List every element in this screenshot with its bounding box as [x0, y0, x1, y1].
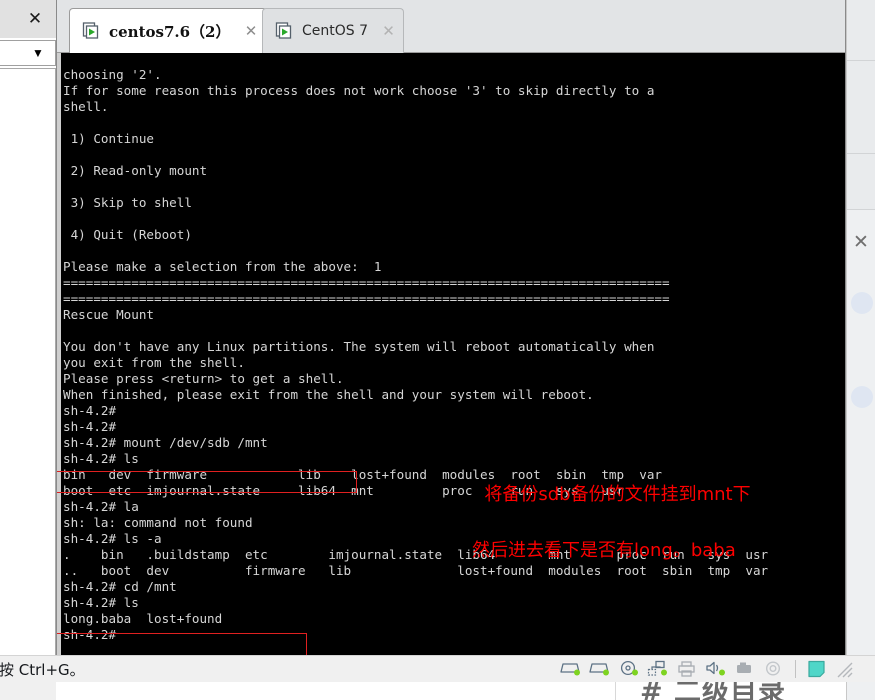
vmware-window: centos7.6（2） ✕ CentOS 7 ✕ choosing '2'. …	[56, 0, 846, 657]
annotation-box-ls-output	[57, 633, 307, 656]
avatar	[851, 292, 873, 314]
close-icon[interactable]: ✕	[243, 23, 260, 40]
background-window-left-body	[0, 68, 56, 663]
chevron-down-icon[interactable]: ▼	[31, 46, 45, 60]
annotation-line-1: 将备份sdb备份的文件挂到mnt下	[484, 484, 751, 505]
tab-label: CentOS 7	[302, 23, 369, 39]
vm-powered-on-icon	[275, 22, 294, 40]
hard-disk-2-icon[interactable]	[589, 660, 611, 678]
background-dropdown[interactable]	[0, 40, 56, 66]
annotation-box-mount-command	[57, 471, 357, 493]
background-page-divider	[615, 681, 616, 700]
vm-powered-on-icon	[82, 22, 101, 40]
printer-icon[interactable]	[676, 660, 698, 678]
background-window-left: ✕ ▼	[0, 0, 56, 700]
bg-right-band	[847, 0, 875, 61]
background-window-right: ✕	[846, 0, 875, 700]
background-webpage: # 二级目录	[0, 680, 875, 700]
status-hint-text: 或按 Ctrl+G。	[0, 661, 85, 679]
hard-disk-icon[interactable]	[560, 660, 582, 678]
background-page-heading: # 二级目录	[640, 680, 787, 700]
note-icon[interactable]	[806, 660, 828, 678]
cd-dvd-icon[interactable]	[618, 660, 640, 678]
console-left-edge	[57, 53, 61, 656]
close-icon[interactable]: ✕	[24, 9, 46, 29]
avatar	[851, 386, 873, 408]
vm-console-terminal[interactable]: choosing '2'. If for some reason this pr…	[57, 53, 845, 656]
close-icon[interactable]: ✕	[380, 23, 397, 40]
usb-device-icon[interactable]	[734, 660, 756, 678]
red-annotation-text: 将备份sdb备份的文件挂到mnt下 然后进去看下是否有long。baba	[450, 453, 751, 621]
bg-right-band	[847, 154, 875, 210]
toolbar-divider	[795, 660, 796, 678]
annotation-line-2: 然后进去看下是否有long。baba	[472, 540, 736, 561]
camera-icon[interactable]	[763, 660, 785, 678]
vm-device-icons	[560, 658, 853, 680]
sound-card-icon[interactable]	[705, 660, 727, 678]
tab-bar: centos7.6（2） ✕ CentOS 7 ✕	[57, 0, 845, 53]
vmware-status-bar: 或按 Ctrl+G。	[0, 655, 875, 682]
resize-grip[interactable]	[835, 660, 853, 678]
tab-centos7[interactable]: CentOS 7 ✕	[262, 8, 405, 53]
tab-label: centos7.6（2）	[109, 22, 231, 41]
bg-right-band	[847, 61, 875, 154]
close-icon[interactable]: ✕	[850, 232, 872, 254]
tab-centos76-2[interactable]: centos7.6（2） ✕	[69, 8, 267, 53]
network-adapter-icon[interactable]	[647, 660, 669, 678]
